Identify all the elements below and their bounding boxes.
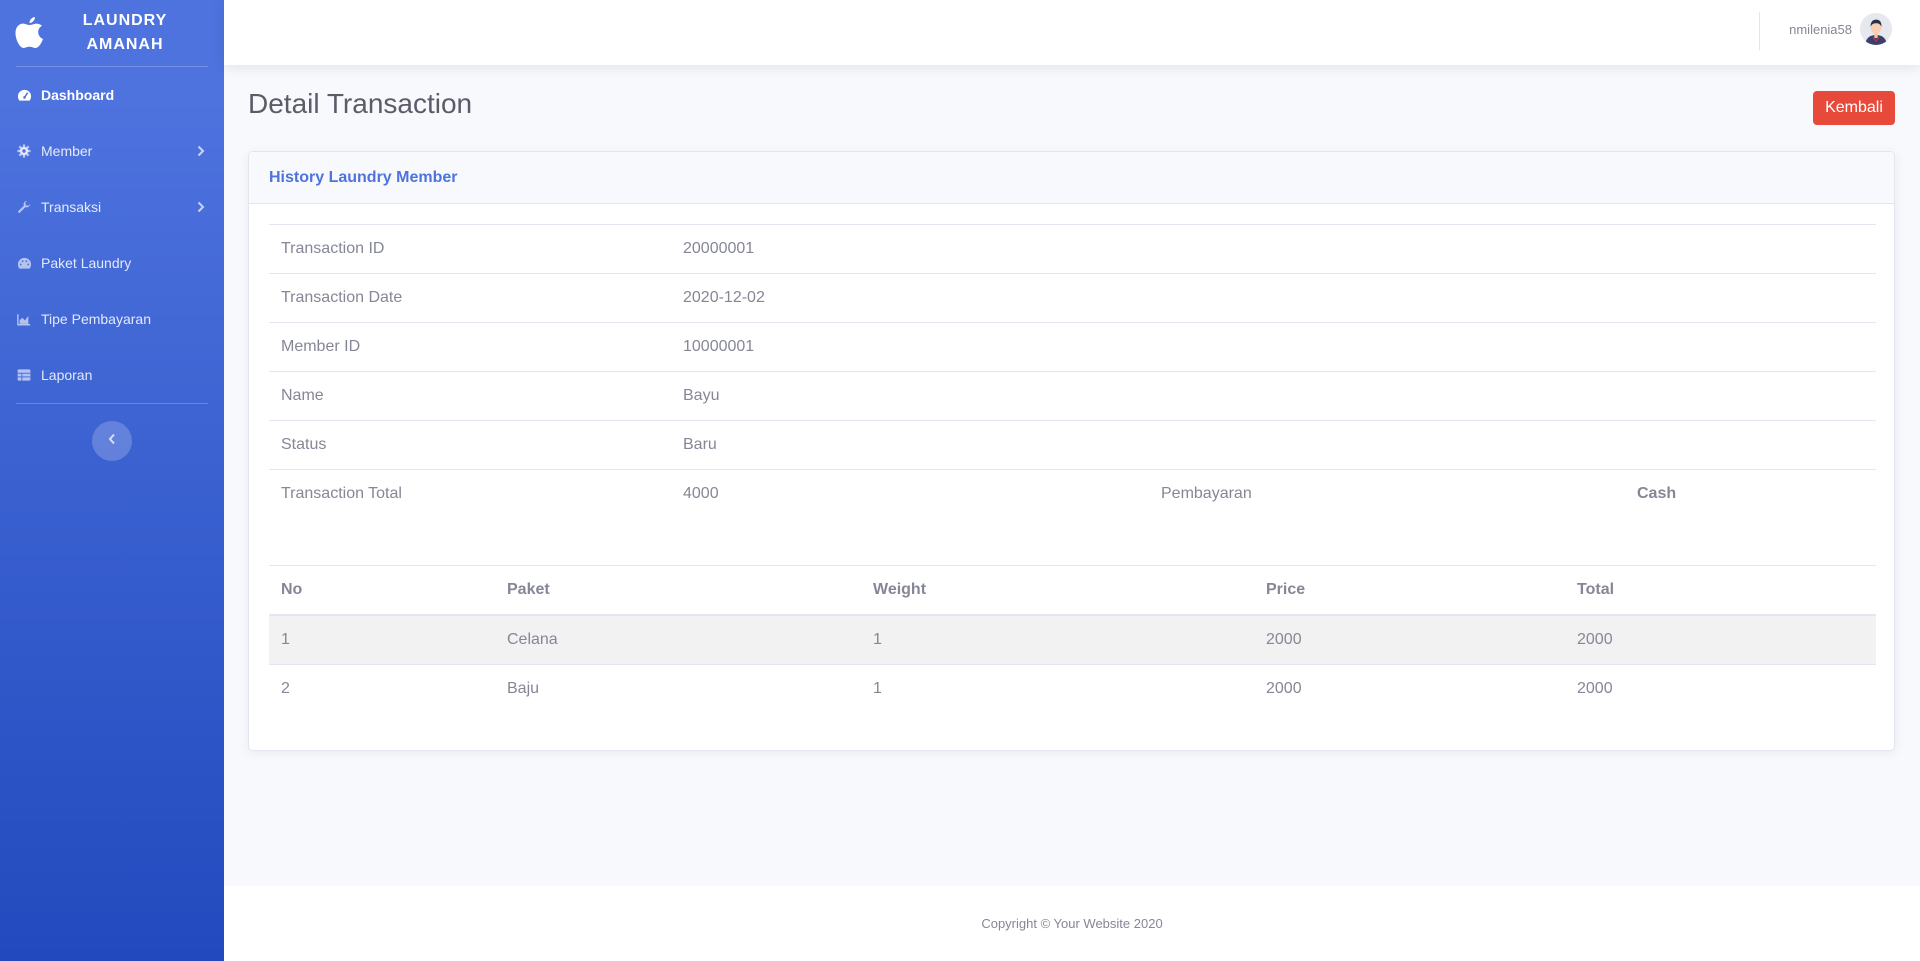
footer: Copyright © Your Website 2020: [224, 886, 1920, 961]
table-spacer: [269, 519, 1874, 565]
sidebar-brand[interactable]: LAUNDRY AMANAH: [0, 0, 224, 66]
items-table: No Paket Weight Price Total 1 Celana 1 2…: [269, 564, 1876, 713]
transaction-info-table: Transaction ID 20000001 Transaction Date…: [269, 224, 1876, 519]
column-header-price: Price: [1254, 564, 1565, 616]
info-row-name: Name Bayu: [269, 371, 1876, 421]
copyright-text: Copyright © Your Website 2020: [981, 916, 1163, 931]
wrench-icon: [16, 199, 32, 215]
column-header-total: Total: [1565, 564, 1876, 616]
sidebar-item-label: Transaksi: [41, 199, 102, 215]
info-label: Status: [269, 420, 671, 470]
cell-price: 2000: [1254, 615, 1565, 665]
cell-no: 2: [269, 664, 495, 713]
info-value: 4000: [671, 469, 1149, 519]
info-value: 20000001: [671, 224, 1876, 274]
page-title: Detail Transaction: [248, 88, 473, 119]
sidebar-item-label: Tipe Pembayaran: [41, 311, 151, 327]
info-value: Bayu: [671, 371, 1876, 421]
column-header-weight: Weight: [861, 564, 1254, 616]
chevron-right-icon: [196, 144, 206, 158]
brand-line-1: LAUNDRY: [82, 12, 168, 29]
info-row-transaction-id: Transaction ID 20000001: [269, 224, 1876, 274]
chart-area-icon: [16, 311, 32, 327]
cell-no: 1: [269, 615, 495, 665]
apple-icon: [14, 16, 46, 50]
chevron-right-icon: [196, 200, 206, 214]
sidebar-item-paket-laundry[interactable]: Paket Laundry: [0, 235, 224, 291]
username: nmilenia58: [1789, 21, 1852, 37]
table-row: 2 Baju 1 2000 2000: [269, 664, 1876, 713]
sidebar-item-tipe-pembayaran[interactable]: Tipe Pembayaran: [0, 291, 224, 347]
cell-total: 2000: [1565, 664, 1876, 713]
tachometer-icon: [16, 87, 32, 103]
info-label: Member ID: [269, 322, 671, 372]
cell-weight: 1: [861, 664, 1254, 713]
cell-paket: Celana: [495, 615, 861, 665]
sidebar-item-label: Laporan: [41, 367, 93, 383]
back-button[interactable]: Kembali: [1813, 91, 1895, 125]
cell-paket: Baju: [495, 664, 861, 713]
cell-weight: 1: [861, 615, 1254, 665]
user-dropdown[interactable]: nmilenia58: [1789, 13, 1892, 45]
table-icon: [16, 367, 32, 383]
payment-value: Cash: [1625, 469, 1876, 519]
sidebar-toggle-button[interactable]: [92, 421, 132, 461]
info-row-transaction-date: Transaction Date 2020-12-02: [269, 273, 1876, 323]
sidebar-item-transaksi[interactable]: Transaksi: [0, 179, 224, 235]
info-label: Transaction Date: [269, 273, 671, 323]
column-header-no: No: [269, 564, 495, 616]
sidebar-item-member[interactable]: Member: [0, 123, 224, 179]
info-row-member-id: Member ID 10000001: [269, 322, 1876, 372]
info-value: 10000001: [671, 322, 1876, 372]
payment-label: Pembayaran: [1149, 469, 1625, 519]
card-header: History Laundry Member: [249, 152, 1894, 204]
cell-price: 2000: [1254, 664, 1565, 713]
transaction-card: History Laundry Member Transaction ID 20…: [248, 151, 1895, 751]
sidebar-item-label: Dashboard: [41, 87, 115, 103]
chevron-left-icon: [108, 432, 116, 450]
cell-total: 2000: [1565, 615, 1876, 665]
sidebar-item-label: Member: [41, 143, 93, 159]
sidebar-item-label: Paket Laundry: [41, 255, 132, 271]
info-label: Name: [269, 371, 671, 421]
info-label: Transaction ID: [269, 224, 671, 274]
cog-icon: [16, 143, 32, 159]
items-header-row: No Paket Weight Price Total: [269, 564, 1876, 616]
sidebar-item-laporan[interactable]: Laporan: [0, 347, 224, 403]
info-row-transaction-total: Transaction Total 4000 Pembayaran Cash: [269, 469, 1876, 519]
sidebar: LAUNDRY AMANAH Dashboard Member Transaks…: [0, 0, 224, 961]
info-row-status: Status Baru: [269, 420, 1876, 470]
card-body: Transaction ID 20000001 Transaction Date…: [249, 204, 1894, 733]
column-header-paket: Paket: [495, 564, 861, 616]
info-value: 2020-12-02: [671, 273, 1876, 323]
brand-name: LAUNDRY AMANAH: [46, 9, 224, 57]
topbar: nmilenia58: [224, 0, 1920, 65]
info-value: Baru: [671, 420, 1876, 470]
avatar: [1860, 13, 1892, 45]
sidebar-toggle-wrap: [0, 404, 224, 461]
table-row: 1 Celana 1 2000 2000: [269, 615, 1876, 665]
palette-icon: [16, 255, 32, 271]
sidebar-item-dashboard[interactable]: Dashboard: [0, 67, 224, 123]
brand-line-2: AMANAH: [86, 36, 164, 53]
topbar-divider: [1759, 12, 1760, 50]
info-label: Transaction Total: [269, 469, 671, 519]
